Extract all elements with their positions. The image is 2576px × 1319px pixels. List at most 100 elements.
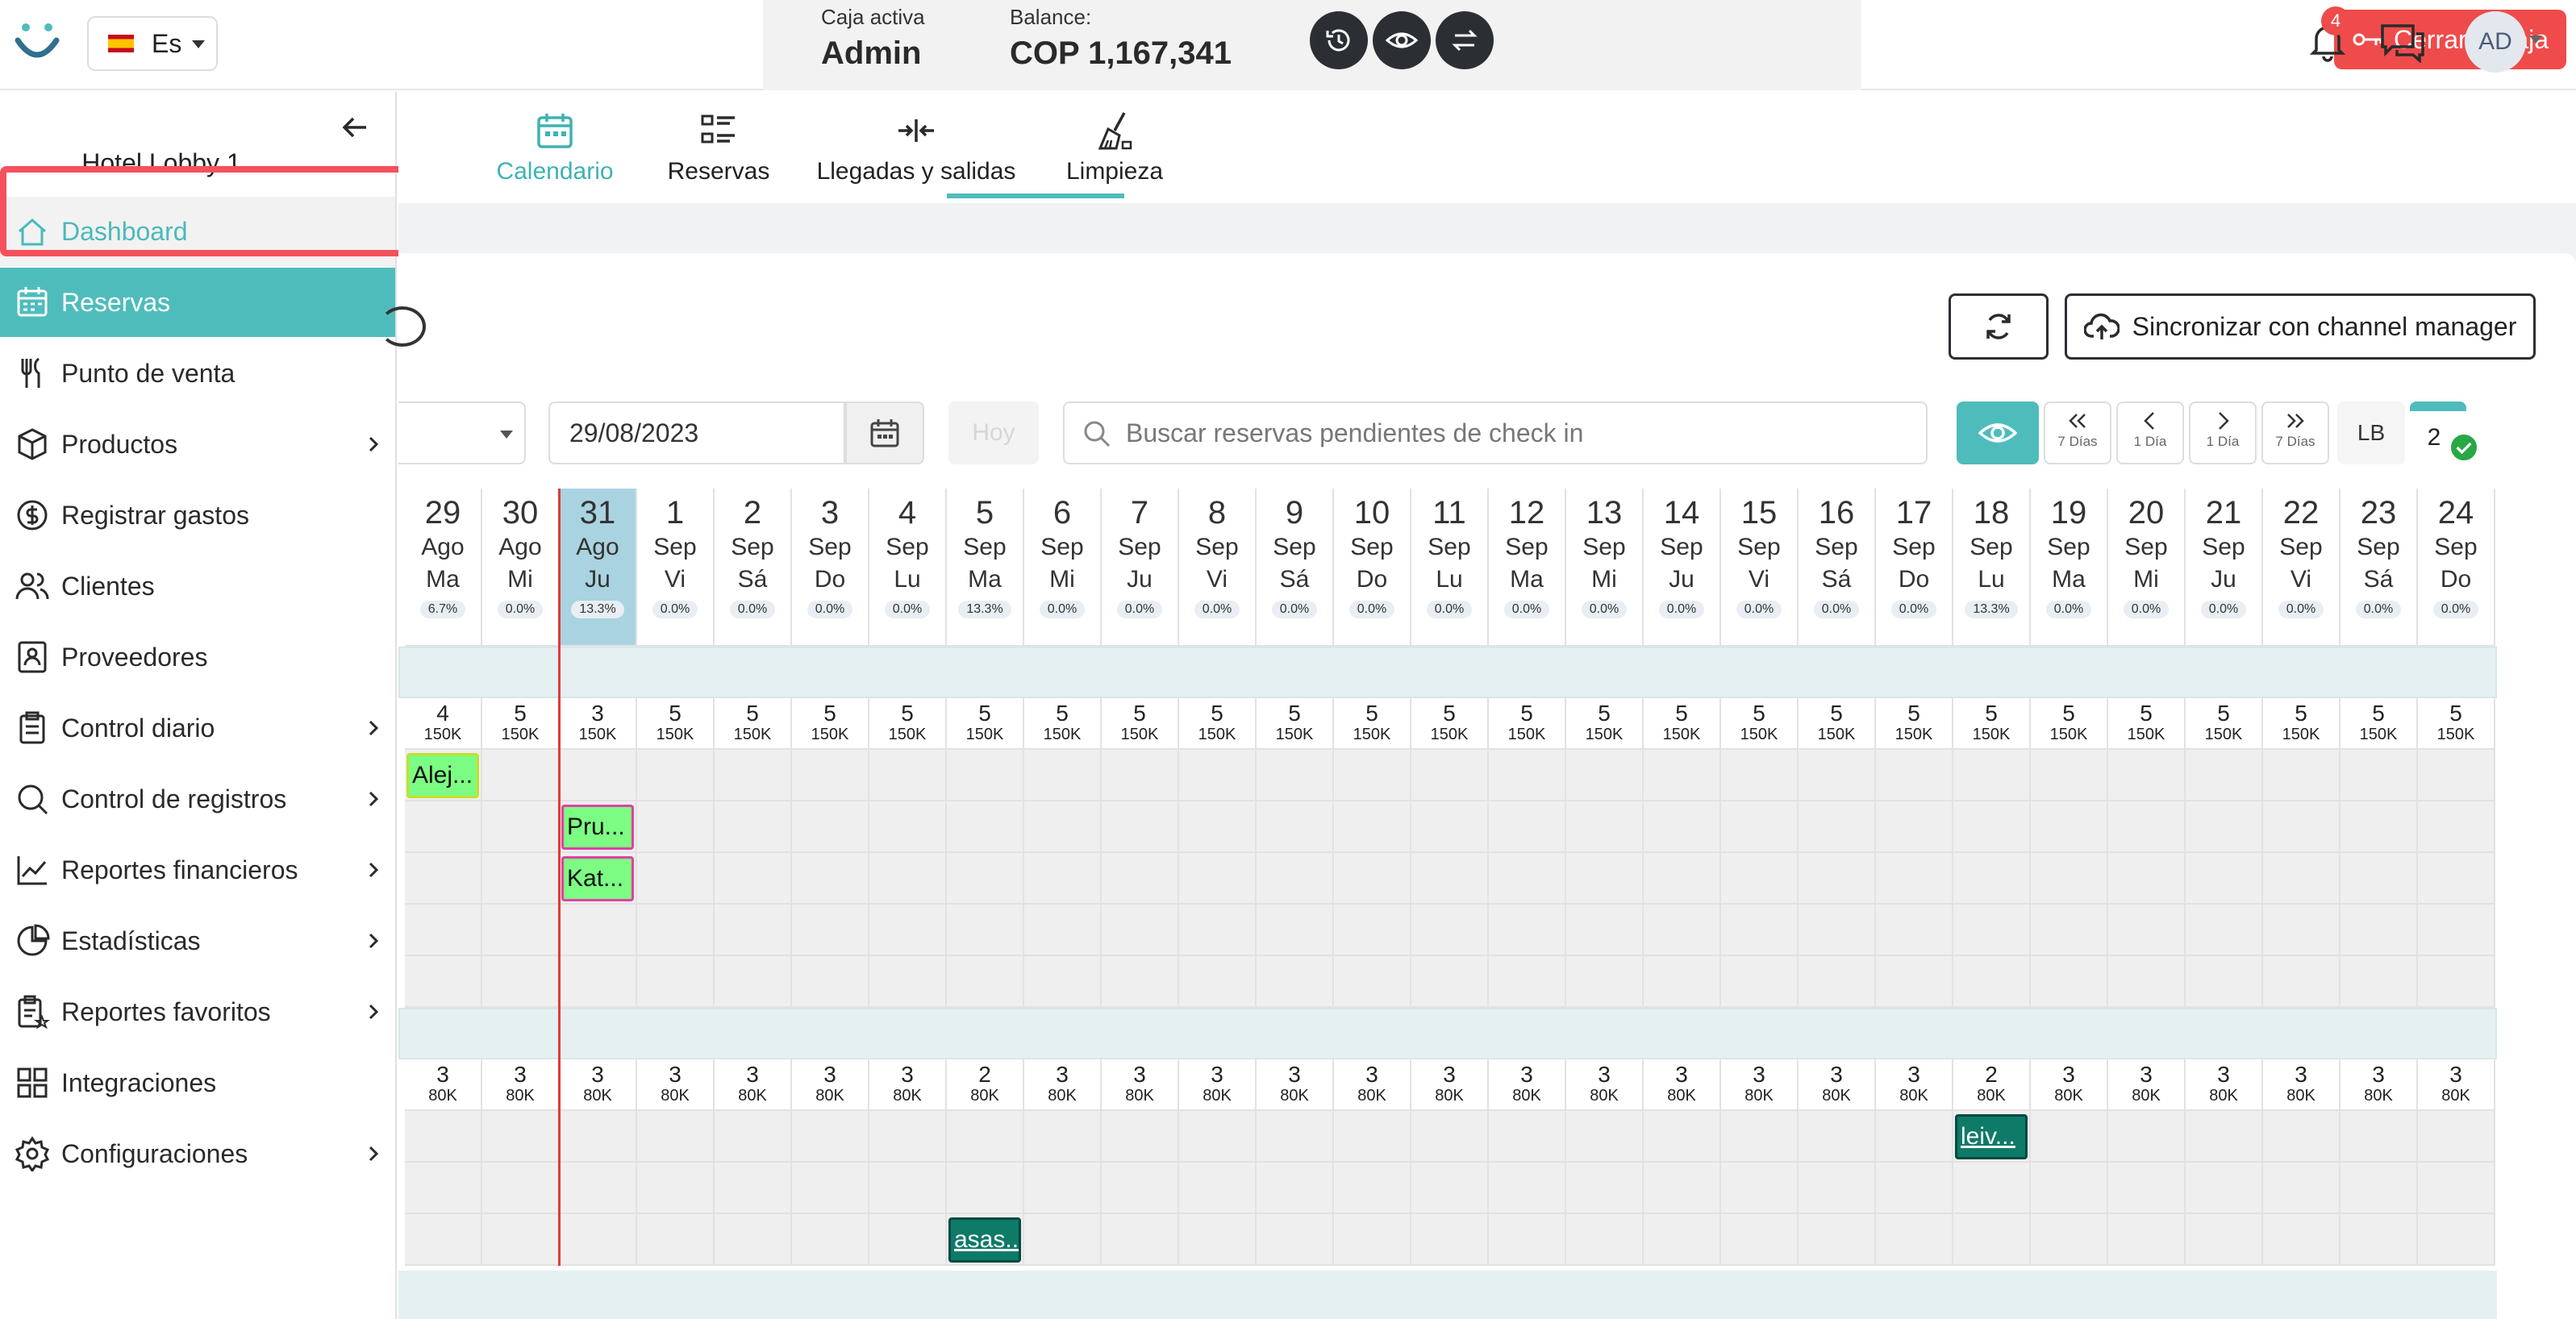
room-day-cell[interactable] bbox=[947, 905, 1024, 956]
sidebar-item-productos[interactable]: Productos bbox=[0, 410, 395, 479]
availability-cell[interactable]: 5 150K bbox=[2418, 698, 2495, 750]
room-day-cell[interactable] bbox=[2340, 905, 2418, 956]
room-day-cell[interactable] bbox=[1102, 956, 1179, 1008]
room-day-cell[interactable] bbox=[947, 1111, 1024, 1163]
availability-cell[interactable]: 4 150K bbox=[405, 698, 482, 750]
room-day-cell[interactable] bbox=[792, 1111, 869, 1163]
day-header[interactable]: 3 Sep Do 0.0% bbox=[792, 489, 869, 647]
sidebar-item-configuraciones[interactable]: Configuraciones bbox=[0, 1119, 395, 1188]
room-day-cell[interactable] bbox=[1179, 905, 1257, 956]
search-input[interactable]: Buscar reservas pendientes de check in bbox=[1063, 402, 1928, 464]
room-day-cell[interactable] bbox=[637, 1163, 715, 1214]
sync-channel-manager-button[interactable]: Sincronizar con channel manager bbox=[2065, 293, 2536, 360]
room-day-cell[interactable] bbox=[1334, 1163, 1411, 1214]
availability-cell[interactable]: 5 150K bbox=[1876, 698, 1953, 750]
room-day-cell[interactable] bbox=[1644, 1214, 1721, 1266]
day-header[interactable]: 24 Sep Do 0.0% bbox=[2418, 489, 2495, 647]
day-header[interactable]: 6 Sep Mi 0.0% bbox=[1024, 489, 1102, 647]
room-day-cell[interactable] bbox=[1334, 750, 1411, 801]
availability-cell[interactable]: 3 80K bbox=[2186, 1059, 2263, 1111]
user-avatar[interactable]: AD bbox=[2465, 11, 2526, 73]
tab-calendario[interactable]: Calendario bbox=[471, 110, 639, 198]
room-day-cell[interactable] bbox=[1024, 750, 1102, 801]
availability-cell[interactable]: 5 150K bbox=[1102, 698, 1179, 750]
room-day-cell[interactable] bbox=[637, 1214, 715, 1266]
room-type-band[interactable] bbox=[398, 1008, 2497, 1059]
room-day-cell[interactable] bbox=[715, 905, 792, 956]
room-day-cell[interactable] bbox=[2186, 905, 2263, 956]
room-day-cell[interactable] bbox=[2108, 905, 2186, 956]
day-header[interactable]: 18 Sep Lu 13.3% bbox=[1953, 489, 2031, 647]
collapse-sidebar-arrow-icon[interactable] bbox=[339, 111, 371, 144]
view-cash-button[interactable] bbox=[1373, 11, 1431, 69]
sidebar-item-reservas[interactable]: Reservas bbox=[0, 268, 395, 337]
room-day-cell[interactable] bbox=[2186, 853, 2263, 905]
room-day-cell[interactable] bbox=[1334, 853, 1411, 905]
room-day-cell[interactable] bbox=[1179, 801, 1257, 853]
room-day-cell[interactable] bbox=[1566, 956, 1644, 1008]
room-day-cell[interactable] bbox=[560, 956, 637, 1008]
availability-cell[interactable]: 3 80K bbox=[1102, 1059, 1179, 1111]
room-day-cell[interactable] bbox=[1721, 1163, 1799, 1214]
room-day-cell[interactable] bbox=[2418, 1111, 2495, 1163]
user-menu-chevron-icon[interactable] bbox=[2529, 35, 2542, 44]
room-day-cell[interactable] bbox=[405, 853, 482, 905]
room-day-cell[interactable] bbox=[792, 853, 869, 905]
room-day-cell[interactable] bbox=[1257, 853, 1334, 905]
room-day-cell[interactable] bbox=[715, 1214, 792, 1266]
room-day-cell[interactable] bbox=[2031, 956, 2108, 1008]
room-day-cell[interactable] bbox=[1876, 905, 1953, 956]
room-day-cell[interactable] bbox=[1102, 1214, 1179, 1266]
availability-cell[interactable]: 3 80K bbox=[1257, 1059, 1334, 1111]
room-day-cell[interactable] bbox=[1334, 1111, 1411, 1163]
room-day-cell[interactable] bbox=[715, 956, 792, 1008]
room-day-cell[interactable] bbox=[2031, 1214, 2108, 1266]
room-day-cell[interactable] bbox=[869, 1163, 947, 1214]
room-day-cell[interactable] bbox=[2031, 1111, 2108, 1163]
room-day-cell[interactable] bbox=[2031, 853, 2108, 905]
room-day-cell[interactable] bbox=[1489, 750, 1566, 801]
room-day-cell[interactable] bbox=[1411, 956, 1489, 1008]
language-select[interactable]: Es bbox=[87, 16, 218, 71]
day-header[interactable]: 30 Ago Mi 0.0% bbox=[482, 489, 560, 647]
room-day-cell[interactable] bbox=[792, 1163, 869, 1214]
room-day-cell[interactable] bbox=[1489, 1163, 1566, 1214]
room-day-cell[interactable] bbox=[869, 1214, 947, 1266]
day-header[interactable]: 11 Sep Lu 0.0% bbox=[1411, 489, 1489, 647]
room-day-cell[interactable] bbox=[2263, 801, 2340, 853]
room-day-cell[interactable] bbox=[637, 905, 715, 956]
availability-cell[interactable]: 5 150K bbox=[1024, 698, 1102, 750]
room-day-cell[interactable] bbox=[947, 1163, 1024, 1214]
room-day-cell[interactable] bbox=[1024, 853, 1102, 905]
room-day-cell[interactable] bbox=[2418, 801, 2495, 853]
availability-cell[interactable]: 3 80K bbox=[2031, 1059, 2108, 1111]
room-day-cell[interactable] bbox=[2186, 1163, 2263, 1214]
room-day-cell[interactable] bbox=[2108, 956, 2186, 1008]
room-day-cell[interactable] bbox=[947, 801, 1024, 853]
room-day-cell[interactable] bbox=[1102, 1163, 1179, 1214]
room-day-cell[interactable] bbox=[2263, 956, 2340, 1008]
room-day-cell[interactable] bbox=[2418, 956, 2495, 1008]
reservation-block[interactable]: Pru... bbox=[561, 805, 634, 850]
room-day-cell[interactable] bbox=[1102, 905, 1179, 956]
room-day-cell[interactable] bbox=[2418, 905, 2495, 956]
room-day-cell[interactable] bbox=[637, 956, 715, 1008]
room-day-cell[interactable] bbox=[2186, 801, 2263, 853]
room-day-cell[interactable] bbox=[1334, 956, 1411, 1008]
day-header[interactable]: 1 Sep Vi 0.0% bbox=[637, 489, 715, 647]
day-header[interactable]: 9 Sep Sá 0.0% bbox=[1257, 489, 1334, 647]
room-day-cell[interactable] bbox=[715, 853, 792, 905]
sidebar-item-integraciones[interactable]: Integraciones bbox=[0, 1048, 395, 1117]
sidebar-item-clientes[interactable]: Clientes bbox=[0, 551, 395, 621]
sidebar-item-reportes-financieros[interactable]: Reportes financieros bbox=[0, 835, 395, 905]
availability-cell[interactable]: 5 150K bbox=[869, 698, 947, 750]
availability-cell[interactable]: 5 150K bbox=[1489, 698, 1566, 750]
room-day-cell[interactable] bbox=[1799, 1163, 1876, 1214]
availability-cell[interactable]: 3 80K bbox=[2340, 1059, 2418, 1111]
availability-cell[interactable]: 5 150K bbox=[1799, 698, 1876, 750]
forward-7-days-button[interactable]: 7 Días bbox=[2261, 402, 2329, 464]
room-day-cell[interactable] bbox=[2031, 750, 2108, 801]
room-day-cell[interactable] bbox=[1876, 1111, 1953, 1163]
room-day-cell[interactable] bbox=[405, 956, 482, 1008]
sidebar-item-estadísticas[interactable]: Estadísticas bbox=[0, 906, 395, 976]
